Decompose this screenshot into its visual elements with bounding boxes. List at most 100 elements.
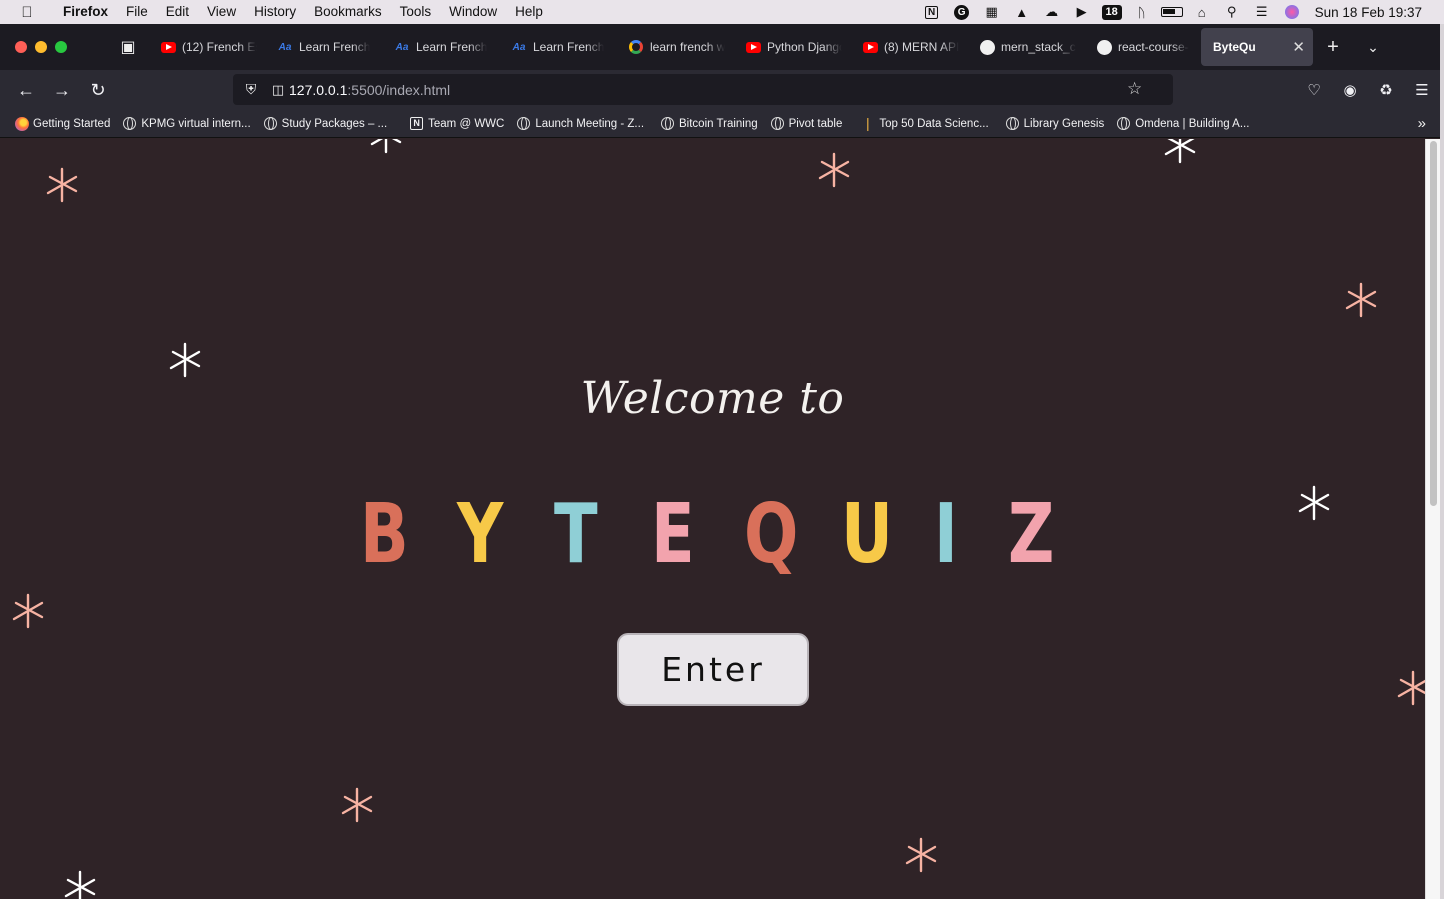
bookmark-label: Library Genesis xyxy=(1023,117,1105,130)
calendar-badge-icon[interactable]: 18 xyxy=(1097,0,1127,24)
firefox-view-icon[interactable]: ▣ xyxy=(108,24,148,70)
bookmark-study-packages[interactable]: Study Packages – ... xyxy=(257,110,393,138)
bookmark-label: Bitcoin Training xyxy=(679,117,758,130)
menu-edit[interactable]: Edit xyxy=(157,0,198,24)
macos-menu-bar:  Firefox File Edit View History Bookmar… xyxy=(0,0,1444,24)
list-all-tabs-icon[interactable]: ⌄ xyxy=(1353,39,1393,56)
bookmark-omdena[interactable]: Omdena | Building A... xyxy=(1110,110,1255,138)
tab-3[interactable]: Aa Learn French xyxy=(382,24,499,70)
back-arrow-icon[interactable]: ← xyxy=(8,74,44,106)
menu-view[interactable]: View xyxy=(198,0,245,24)
bookmarks-overflow-chevron-icon[interactable]: » xyxy=(1418,115,1426,132)
star-asterisk-icon xyxy=(341,787,373,823)
cloud-icon[interactable]: ☁ xyxy=(1037,0,1067,24)
star-asterisk-icon xyxy=(1397,670,1425,706)
tab-label: (12) French Es xyxy=(182,40,257,54)
url-bar[interactable]: ⛨ ◫ 127.0.0.1:5500/index.html ☆ xyxy=(233,74,1173,105)
tab-5[interactable]: learn french w xyxy=(616,24,733,70)
new-tab-button[interactable]: + xyxy=(1313,36,1353,59)
close-window-button[interactable] xyxy=(15,41,27,53)
notion-status-icon[interactable]: N xyxy=(917,0,947,24)
reload-icon[interactable]: ↻ xyxy=(80,74,116,106)
bookmark-launch-meeting[interactable]: Launch Meeting - Z... xyxy=(510,110,650,138)
star-asterisk-icon xyxy=(370,139,402,154)
enter-button[interactable]: Enter xyxy=(617,633,809,706)
grammarly-icon[interactable]: G xyxy=(947,0,977,24)
tab-label: Python Djangc xyxy=(767,40,842,54)
hamburger-menu-icon[interactable]: ☰ xyxy=(1404,74,1440,106)
lawless-french-icon: Aa xyxy=(512,41,526,53)
bookmark-team-wwc[interactable]: N Team @ WWC xyxy=(403,110,510,138)
github-icon xyxy=(1096,39,1112,55)
menu-history[interactable]: History xyxy=(245,0,305,24)
bluetooth-icon[interactable]: ᚢ xyxy=(1127,0,1157,24)
zoom-window-button[interactable] xyxy=(55,41,67,53)
evernote-icon[interactable]: ▲ xyxy=(1007,0,1037,24)
bookmark-pivot-table[interactable]: Pivot table xyxy=(764,110,849,138)
star-asterisk-icon xyxy=(64,870,96,899)
tab-label: Learn French xyxy=(533,40,605,54)
bookmark-kpmg[interactable]: KPMG virtual intern... xyxy=(116,110,256,138)
globe-icon xyxy=(660,116,675,131)
extensions-puzzle-icon[interactable]: ♻ xyxy=(1368,74,1404,106)
forward-arrow-icon[interactable]: → xyxy=(44,74,80,106)
bar-chart-icon: ❘ xyxy=(862,115,874,131)
star-asterisk-icon xyxy=(1298,485,1330,521)
battery-icon[interactable] xyxy=(1157,0,1187,24)
bookmarks-toolbar: Getting Started KPMG virtual intern... S… xyxy=(0,110,1440,138)
page-scrollbar[interactable] xyxy=(1425,139,1440,899)
spotlight-search-icon[interactable]: ⚲ xyxy=(1217,0,1247,24)
title-letter-u: U xyxy=(841,487,893,582)
menu-window[interactable]: Window xyxy=(440,0,506,24)
close-tab-icon[interactable]: ✕ xyxy=(1292,38,1305,56)
tab-2[interactable]: Aa Learn French xyxy=(265,24,382,70)
tab-label: (8) MERN API xyxy=(884,40,959,54)
firefox-icon xyxy=(14,116,29,131)
notion-icon: N xyxy=(409,116,424,131)
play-icon[interactable]: ▶ xyxy=(1067,0,1097,24)
bookmark-getting-started[interactable]: Getting Started xyxy=(0,110,116,138)
bookmark-label: Launch Meeting - Z... xyxy=(535,117,645,130)
scrollbar-thumb[interactable] xyxy=(1430,141,1437,506)
tab-bytequiz-active[interactable]: ByteQuiz ✕ xyxy=(1201,28,1313,66)
star-asterisk-icon xyxy=(818,152,850,188)
title-letter-t: T xyxy=(554,487,598,582)
menu-help[interactable]: Help xyxy=(506,0,552,24)
url-path: :5500/index.html xyxy=(347,81,451,98)
tracking-protection-shield-icon[interactable]: ⛨ xyxy=(235,81,267,98)
tab-8[interactable]: mern_stack_c xyxy=(967,24,1084,70)
siri-icon[interactable] xyxy=(1277,0,1307,24)
menu-file[interactable]: File xyxy=(117,0,157,24)
page-info-icon[interactable]: ◫ xyxy=(267,82,289,98)
screenshot-tool-icon[interactable]: ▦ xyxy=(977,0,1007,24)
bookmark-label: Team @ WWC xyxy=(428,117,505,130)
url-host: 127.0.0.1 xyxy=(289,81,348,98)
globe-icon xyxy=(122,116,137,131)
tab-4[interactable]: Aa Learn French xyxy=(499,24,616,70)
browser-tab-strip: ▣ (12) French Es Aa Learn French Aa Lear… xyxy=(0,24,1440,70)
bookmark-library-genesis[interactable]: Library Genesis xyxy=(999,110,1111,138)
menu-app-name[interactable]: Firefox xyxy=(54,0,117,24)
control-center-icon[interactable]: ☰ xyxy=(1247,0,1277,24)
globe-icon xyxy=(1116,116,1131,131)
menubar-clock[interactable]: Sun 18 Feb 19:37 xyxy=(1307,5,1444,20)
bookmark-top-50-data-science[interactable]: ❘ Top 50 Data Scienc... xyxy=(854,110,994,138)
star-asterisk-icon xyxy=(46,167,78,203)
minimize-window-button[interactable] xyxy=(35,41,47,53)
tab-7[interactable]: (8) MERN API xyxy=(850,24,967,70)
wifi-icon[interactable]: ⌂ xyxy=(1187,0,1217,24)
account-icon[interactable]: ◉ xyxy=(1332,74,1368,106)
tab-9[interactable]: react-course- xyxy=(1084,24,1201,70)
apple-icon[interactable]:  xyxy=(0,4,54,21)
tab-1[interactable]: (12) French Es xyxy=(148,24,265,70)
globe-icon xyxy=(516,116,531,131)
menu-tools[interactable]: Tools xyxy=(391,0,441,24)
pocket-icon[interactable]: ♡ xyxy=(1296,74,1332,106)
tab-label: mern_stack_c xyxy=(1001,40,1076,54)
tab-label: react-course- xyxy=(1118,40,1189,54)
lawless-french-icon: Aa xyxy=(278,41,292,53)
bookmark-bitcoin-training[interactable]: Bitcoin Training xyxy=(654,110,764,138)
title-letter-e: E xyxy=(651,487,695,582)
tab-6[interactable]: Python Djangc xyxy=(733,24,850,70)
menu-bookmarks[interactable]: Bookmarks xyxy=(305,0,391,24)
